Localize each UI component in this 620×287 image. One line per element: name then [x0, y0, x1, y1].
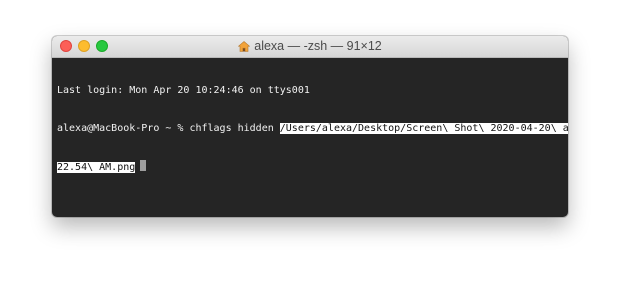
terminal-window: alexa — -zsh — 91×12 Last login: Mon Apr… — [52, 36, 568, 217]
window-title-text: alexa — -zsh — 91×12 — [254, 39, 382, 53]
command-line-wrap: 22.54\ AM.png — [57, 160, 563, 173]
title-bar[interactable]: alexa — -zsh — 91×12 — [52, 36, 568, 58]
selected-path-text-continued[interactable]: 22.54\ AM.png — [57, 162, 136, 173]
home-icon — [237, 38, 251, 59]
command-line: alexa@MacBook-Pro ~ % chflags hidden /Us… — [57, 122, 568, 136]
shell-prompt: alexa@MacBook-Pro ~ % — [57, 122, 190, 134]
text-cursor — [140, 160, 147, 171]
command-text: chflags hidden — [189, 122, 280, 134]
terminal-content[interactable]: Last login: Mon Apr 20 10:24:46 on ttys0… — [52, 58, 568, 198]
selected-path-text[interactable]: /Users/alexa/Desktop/Screen\ Shot\ 2020-… — [279, 122, 568, 134]
window-title: alexa — -zsh — 91×12 — [52, 36, 568, 57]
last-login-line: Last login: Mon Apr 20 10:24:46 on ttys0… — [57, 85, 310, 96]
